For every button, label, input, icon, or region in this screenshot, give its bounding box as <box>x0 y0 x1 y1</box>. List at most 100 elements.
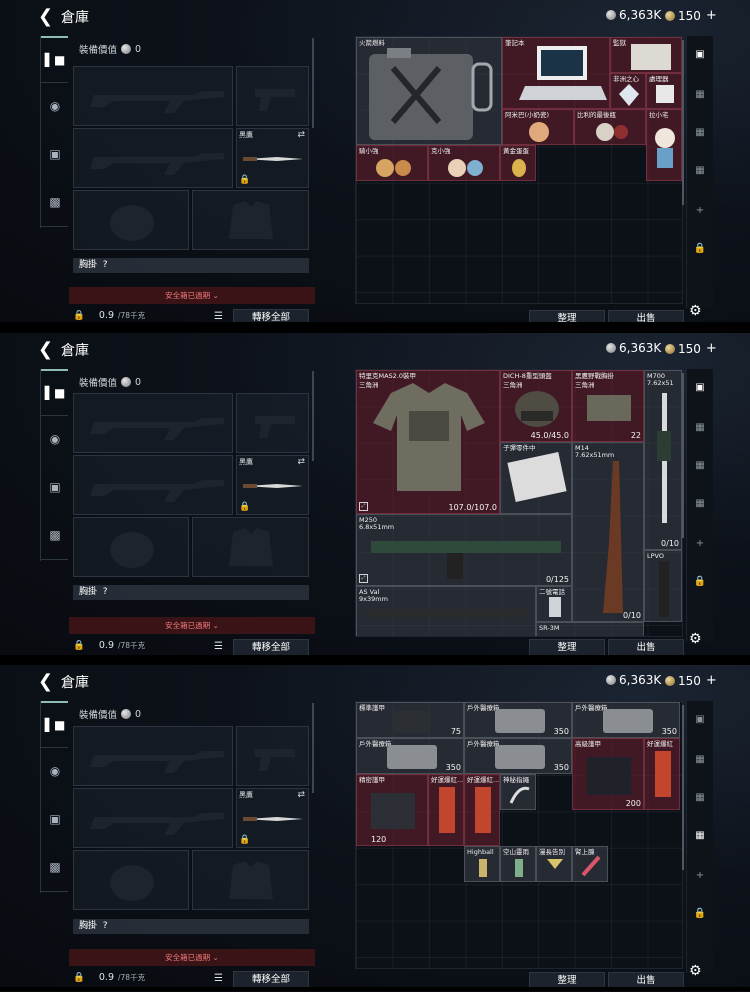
storage-item[interactable]: 拉小宅 <box>646 109 682 181</box>
gun-icon[interactable]: ▌■ <box>45 383 66 403</box>
secondary-weapon-slot[interactable] <box>73 128 233 188</box>
briefcase-icon[interactable]: ▩ <box>45 192 65 212</box>
storage-item[interactable]: 比利的最後瓶 <box>574 109 646 145</box>
storage-item[interactable]: LPVO <box>644 550 682 622</box>
storage-item[interactable]: 監獄 <box>610 37 682 73</box>
pistol-slot[interactable] <box>236 726 309 786</box>
storage-item[interactable]: 好運爆紅 <box>644 738 680 810</box>
storage-item[interactable]: 標準護甲 75 <box>356 702 464 738</box>
storage-item[interactable]: 戶外醫療箱 350 <box>572 702 680 738</box>
back-arrow-icon[interactable]: ❮ <box>38 672 54 692</box>
storage-icon-3[interactable]: ▦ <box>690 493 710 513</box>
secondary-weapon-slot[interactable] <box>73 455 233 515</box>
list-icon[interactable]: ☰ <box>214 973 223 984</box>
storage-item[interactable]: 好運爆紅... <box>428 774 464 846</box>
settings-gear-icon[interactable]: ⚙ <box>689 631 702 647</box>
list-icon[interactable]: ☰ <box>214 311 223 322</box>
settings-gear-icon[interactable]: ⚙ <box>689 963 702 979</box>
list-icon[interactable]: ☰ <box>214 641 223 652</box>
storage-item[interactable]: 神秘指繩 <box>500 774 536 810</box>
storage-item[interactable]: M14 7.62x51mm 0/10 <box>572 442 644 622</box>
armor-icon[interactable]: ▣ <box>45 144 65 164</box>
storage-item[interactable]: 精密護甲 120 <box>356 774 428 846</box>
storage-item[interactable]: 二號電話 <box>536 586 572 622</box>
back-arrow-icon[interactable]: ❮ <box>38 340 54 360</box>
storage-item[interactable]: 克小強 <box>428 145 500 181</box>
helmet-slot[interactable] <box>73 190 189 250</box>
safe-icon[interactable]: ▣ <box>690 377 710 397</box>
gun-icon[interactable]: ▌■ <box>45 50 66 70</box>
chest-rig-slot[interactable]: 胸掛 ? <box>73 919 309 934</box>
storage-item[interactable]: 阿米巴(小奶瓷) <box>502 109 574 145</box>
storage-item[interactable]: 腎上腺 <box>572 846 608 882</box>
primary-weapon-slot[interactable] <box>73 66 233 126</box>
storage-item[interactable]: 處理器 <box>646 73 682 109</box>
storage-icon-3[interactable]: ▦ <box>690 825 710 845</box>
storage-icon-1[interactable]: ▦ <box>690 417 710 437</box>
storage-scrollbar[interactable] <box>682 40 684 205</box>
storage-item[interactable]: 非洲之心 <box>610 73 646 109</box>
storage-icon-1[interactable]: ▦ <box>690 749 710 769</box>
melee-slot[interactable]: 黑鷹 ⇄ 🔒 <box>236 455 309 515</box>
armor-slot[interactable] <box>192 850 309 910</box>
sort-button[interactable]: 整理 <box>529 310 605 326</box>
storage-icon-2[interactable]: ▦ <box>690 122 710 142</box>
add-currency-button[interactable]: + <box>706 8 717 23</box>
storage-icon-2[interactable]: ▦ <box>690 787 710 807</box>
storage-item[interactable]: 火箭燃料 <box>356 37 502 145</box>
storage-item[interactable]: 戶外醫療箱 350 <box>464 702 572 738</box>
sort-button[interactable]: 整理 <box>529 972 605 989</box>
chest-rig-slot[interactable]: 胸掛 ? <box>73 585 309 600</box>
helmet-icon[interactable]: ◉ <box>45 96 65 116</box>
chest-rig-slot[interactable]: 胸掛 ? <box>73 258 309 273</box>
helmet-slot[interactable] <box>73 517 189 577</box>
pistol-slot[interactable] <box>236 393 309 453</box>
helmet-icon[interactable]: ◉ <box>45 429 65 449</box>
storage-item[interactable]: Highball <box>464 846 500 882</box>
storage-icon-2[interactable]: ▦ <box>690 455 710 475</box>
add-currency-button[interactable]: + <box>706 673 717 688</box>
storage-item[interactable]: SR-3M <box>536 622 644 636</box>
armor-icon[interactable]: ▣ <box>45 809 65 829</box>
equipment-scrollbar[interactable] <box>312 703 314 793</box>
sort-button[interactable]: 整理 <box>529 639 605 656</box>
storage-item[interactable]: DICH-8重型頭盔 三角洲 45.0/45.0 <box>500 370 572 442</box>
storage-item[interactable]: 黃金蛋蛋 <box>500 145 536 181</box>
armor-slot[interactable] <box>192 517 309 577</box>
sell-button[interactable]: 出售 <box>608 639 684 656</box>
storage-scrollbar[interactable] <box>682 705 684 870</box>
storage-item[interactable]: AS Val 9x39mm <box>356 586 536 636</box>
add-storage-icon[interactable]: + <box>690 200 710 220</box>
storage-item[interactable]: 筆記本 <box>502 37 610 109</box>
storage-item[interactable]: 戶外醫療箱 350 <box>464 738 572 774</box>
helmet-slot[interactable] <box>73 850 189 910</box>
secondary-weapon-slot[interactable] <box>73 788 233 848</box>
safe-box-expired-bar[interactable]: 安全箱已過期 ⌄ <box>69 617 315 634</box>
settings-gear-icon[interactable]: ⚙ <box>689 303 702 319</box>
helmet-icon[interactable]: ◉ <box>45 761 65 781</box>
storage-item[interactable]: 空山靈雨 <box>500 846 536 882</box>
sell-button[interactable]: 出售 <box>608 310 684 326</box>
briefcase-icon[interactable]: ▩ <box>45 525 65 545</box>
storage-item[interactable]: M700 7.62x51 0/10 <box>644 370 682 550</box>
storage-item[interactable]: 特里克MAS2.0裝甲 三角洲 107.0/107.0 ⤢ <box>356 370 500 514</box>
storage-item[interactable]: 子彈零件中 <box>500 442 572 514</box>
transfer-all-button[interactable]: 轉移全部 <box>233 971 309 989</box>
equipment-scrollbar[interactable] <box>312 38 314 128</box>
safe-icon[interactable]: ▣ <box>690 44 710 64</box>
armor-slot[interactable] <box>192 190 309 250</box>
storage-scrollbar[interactable] <box>682 373 684 538</box>
pistol-slot[interactable] <box>236 66 309 126</box>
transfer-all-button[interactable]: 轉移全部 <box>233 639 309 657</box>
storage-item[interactable]: 高級護甲 200 <box>572 738 644 810</box>
add-storage-icon[interactable]: + <box>690 865 710 885</box>
primary-weapon-slot[interactable] <box>73 393 233 453</box>
storage-item[interactable]: 漫長告別 <box>536 846 572 882</box>
armor-icon[interactable]: ▣ <box>45 477 65 497</box>
storage-item[interactable]: M250 6.8x51mm 0/125 ⤢ <box>356 514 572 586</box>
briefcase-icon[interactable]: ▩ <box>45 857 65 877</box>
back-arrow-icon[interactable]: ❮ <box>38 7 54 27</box>
storage-item[interactable]: 好運爆紅... <box>464 774 500 846</box>
add-storage-icon[interactable]: + <box>690 533 710 553</box>
equipment-scrollbar[interactable] <box>312 371 314 461</box>
